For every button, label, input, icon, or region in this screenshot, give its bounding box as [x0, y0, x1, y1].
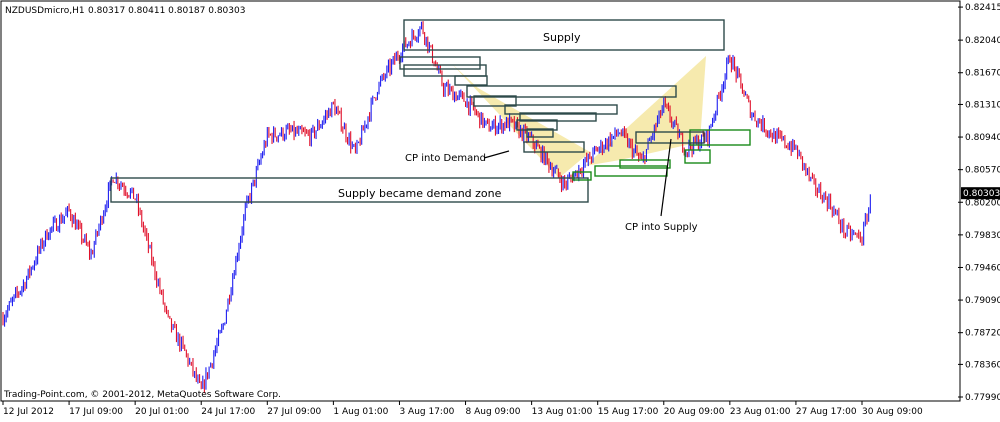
y-tick-label: 0.79090 [965, 296, 1000, 306]
x-tick-label: 27 Jul 09:00 [267, 407, 321, 417]
y-tick-label: 0.79460 [965, 263, 1000, 273]
supply-label: Supply [543, 31, 581, 44]
y-tick-label: 0.80570 [965, 166, 1000, 176]
cp-into-demand-label: CP into Demand [405, 153, 486, 164]
current-price-label: 0.80303 [961, 187, 1000, 200]
x-tick-label: 12 Jul 2012 [3, 407, 54, 417]
y-tick-label: 0.80200 [965, 198, 1000, 208]
ohlc-readout: 0.80317 0.80411 0.80187 0.80303 [88, 6, 245, 16]
demand-zone-label: Supply became demand zone [338, 187, 502, 200]
x-tick-label: 20 Aug 09:00 [664, 407, 725, 417]
y-tick-label: 0.82415 [965, 3, 1000, 13]
x-tick-label: 1 Aug 01:00 [333, 407, 388, 417]
x-tick-label: 8 Aug 09:00 [466, 407, 521, 417]
chart-area: 0.82415 0.82040 0.81670 0.81310 0.80940 0.805… [0, 0, 1000, 418]
chart-title: NZDUSDmicro,H1 [5, 6, 85, 16]
y-tick-label: 0.82040 [965, 36, 1000, 46]
y-tick-label: 0.77990 [965, 393, 1000, 403]
x-tick-label: 17 Jul 09:00 [69, 407, 123, 417]
y-tick-label: 0.78720 [965, 329, 1000, 339]
current-price-text: 0.80303 [963, 189, 1000, 199]
y-tick-label: 0.80940 [965, 133, 1000, 143]
x-tick-label: 13 Aug 01:00 [532, 407, 593, 417]
cp-into-supply-label: CP into Supply [625, 222, 698, 233]
x-tick-label: 24 Jul 17:00 [201, 407, 255, 417]
x-tick-label: 3 Aug 17:00 [399, 407, 454, 417]
y-tick-label: 0.79830 [965, 231, 1000, 241]
y-tick-label: 0.81310 [965, 100, 1000, 110]
price-chart: 0.82415 0.82040 0.81670 0.81310 0.80940 0.805… [0, 0, 1000, 418]
x-tick-label: 23 Aug 01:00 [730, 407, 791, 417]
y-tick-label: 0.81670 [965, 69, 1000, 79]
chart-background [0, 0, 1000, 418]
y-tick-label: 0.78360 [965, 360, 1000, 370]
x-tick-label: 27 Aug 17:00 [796, 407, 857, 417]
x-tick-label: 15 Aug 17:00 [598, 407, 659, 417]
x-tick-label: 30 Aug 09:00 [862, 407, 923, 417]
x-tick-label: 20 Jul 01:00 [135, 407, 189, 417]
watermark: Trading-Point.com, © 2001-2012, MetaQuot… [3, 390, 281, 400]
